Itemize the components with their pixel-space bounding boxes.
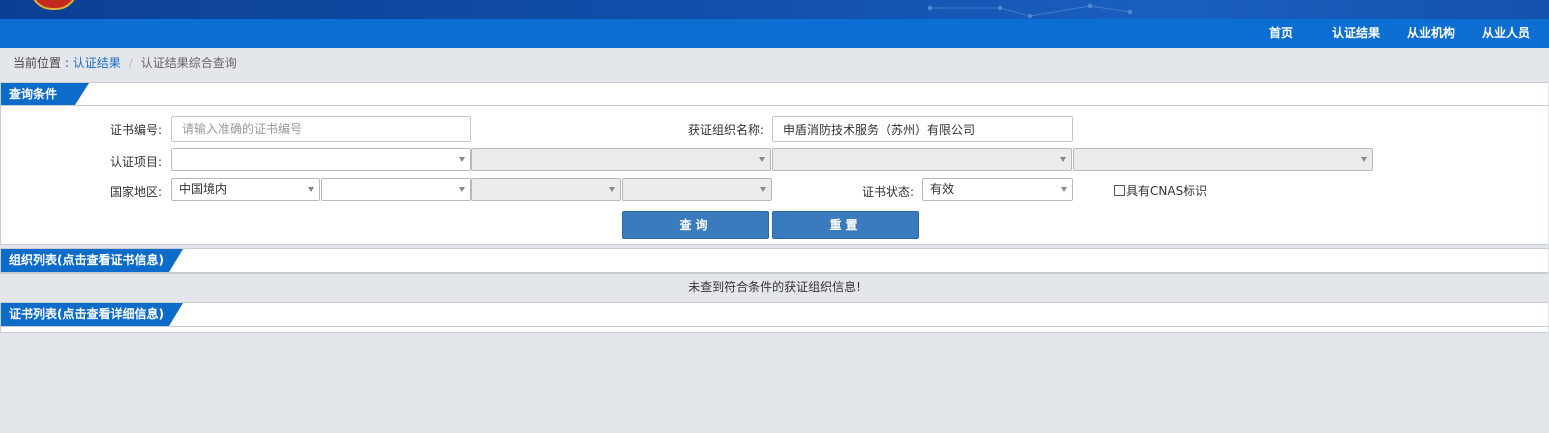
chevron-down-icon xyxy=(459,187,465,192)
region-label: 国家地区: xyxy=(109,185,162,199)
cert-no-label: 证书编号: xyxy=(109,123,162,137)
org-list-title: 组织列表(点击查看证书信息) xyxy=(1,249,183,272)
region-select-district xyxy=(622,178,772,201)
search-button[interactable]: 查询 xyxy=(622,211,769,239)
nav-institutions[interactable]: 从业机构 xyxy=(1407,19,1455,48)
chevron-down-icon xyxy=(308,187,314,192)
nav-home[interactable]: 首页 xyxy=(1269,19,1293,48)
main-nav: 首页 认证结果 从业机构 从业人员 xyxy=(0,19,1549,48)
breadcrumb-link-results[interactable]: 认证结果 xyxy=(73,56,121,70)
cert-no-input[interactable] xyxy=(171,116,471,142)
cnas-label: 具有CNAS标识 xyxy=(1126,184,1208,198)
breadcrumb-separator: / xyxy=(128,56,133,70)
region-select-value: 中国境内 xyxy=(179,182,228,196)
org-name-input[interactable] xyxy=(772,116,1073,142)
network-decoration-icon xyxy=(927,3,1133,19)
query-panel-title: 查询条件 xyxy=(1,83,89,105)
org-list-header: 组织列表(点击查看证书信息) xyxy=(1,249,1548,273)
region-select-city xyxy=(471,178,621,201)
project-select-4 xyxy=(1073,148,1373,171)
emblem-logo-icon xyxy=(30,0,78,10)
org-list-empty-message: 未查到符合条件的获证组织信息! xyxy=(688,280,861,294)
status-select-value: 有效 xyxy=(930,182,955,196)
chevron-down-icon xyxy=(1361,157,1367,162)
query-panel-header: 查询条件 xyxy=(1,83,1548,106)
status-select[interactable]: 有效 xyxy=(922,178,1073,201)
project-select-1[interactable] xyxy=(171,148,471,171)
header-banner xyxy=(0,0,1549,19)
cnas-option: 具有CNAS标识 xyxy=(1114,184,1207,198)
cert-list-panel: 证书列表(点击查看详细信息) xyxy=(0,302,1548,333)
reset-button[interactable]: 重置 xyxy=(772,211,919,239)
chevron-down-icon xyxy=(459,157,465,162)
chevron-down-icon xyxy=(609,187,615,192)
nav-personnel[interactable]: 从业人员 xyxy=(1482,19,1530,48)
project-select-2 xyxy=(471,148,771,171)
cert-list-title: 证书列表(点击查看详细信息) xyxy=(1,303,183,326)
nav-results[interactable]: 认证结果 xyxy=(1332,19,1380,48)
breadcrumb-current: 认证结果综合查询 xyxy=(140,56,237,70)
project-label: 认证项目: xyxy=(109,155,162,169)
chevron-down-icon xyxy=(759,157,765,162)
project-select-3 xyxy=(772,148,1072,171)
cert-list-header: 证书列表(点击查看详细信息) xyxy=(1,303,1548,327)
breadcrumb: 当前位置 : 认证结果 / 认证结果综合查询 xyxy=(13,55,237,71)
chevron-down-icon xyxy=(1060,157,1066,162)
chevron-down-icon xyxy=(760,187,766,192)
region-select-province[interactable] xyxy=(321,178,471,201)
org-list-panel: 组织列表(点击查看证书信息) xyxy=(0,248,1548,274)
region-select-country[interactable]: 中国境内 xyxy=(171,178,320,201)
status-label: 证书状态: xyxy=(861,185,914,199)
cnas-checkbox[interactable] xyxy=(1114,185,1125,196)
breadcrumb-prefix: 当前位置 : xyxy=(13,56,73,70)
org-name-label: 获证组织名称: xyxy=(687,123,764,137)
chevron-down-icon xyxy=(1061,187,1067,192)
